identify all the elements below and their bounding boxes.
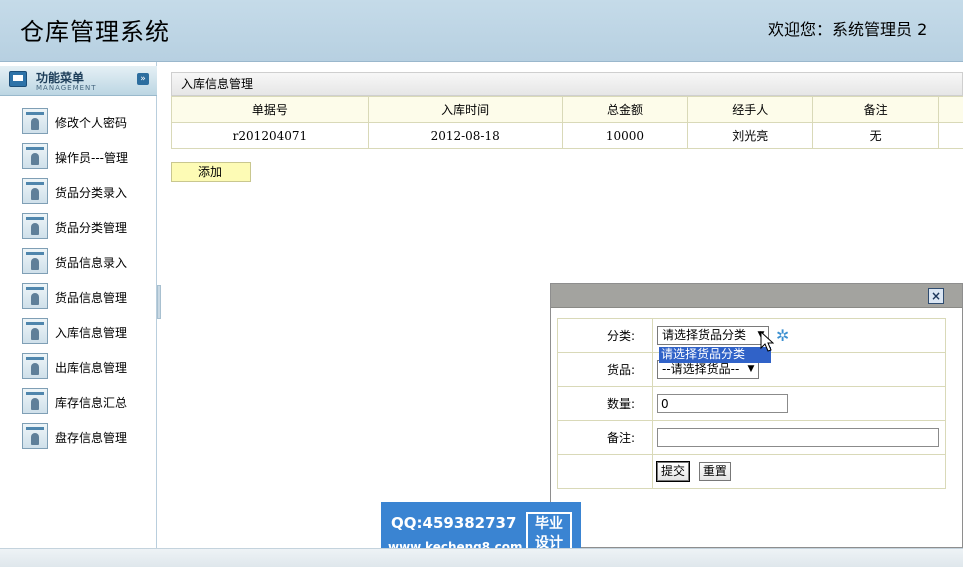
user-card-icon — [22, 143, 48, 169]
sidebar-item-label: 操作员---管理 — [55, 151, 128, 165]
quantity-label: 数量: — [557, 386, 653, 421]
monitor-icon — [9, 71, 27, 87]
sidebar-item-label: 盘存信息管理 — [55, 431, 128, 445]
menu-header: 功能菜单 MANAGEMENT » — [0, 66, 157, 96]
sidebar-item-label: 出库信息管理 — [55, 361, 128, 375]
inbound-form: 分类: 请选择货品分类 ▼ 货品: --请选择货品-- ▼ 数量: — [557, 318, 946, 489]
user-card-icon — [22, 423, 48, 449]
chevron-down-icon: ▼ — [747, 364, 755, 374]
sidebar-item-label: 货品信息录入 — [55, 256, 128, 270]
sidebar-item-inventory-manage[interactable]: 盘存信息管理 — [18, 423, 148, 451]
sidebar-item-goods-manage[interactable]: 货品信息管理 — [18, 283, 148, 311]
sidebar-item-operator-manage[interactable]: 操作员---管理 — [18, 143, 148, 171]
sidebar-item-label: 修改个人密码 — [55, 116, 128, 130]
sidebar-item-outbound-manage[interactable]: 出库信息管理 — [18, 353, 148, 381]
table-cell: 刘光亮 — [687, 122, 814, 149]
sidebar-item-label: 货品分类录入 — [55, 186, 128, 200]
category-label: 分类: — [557, 318, 653, 353]
sidebar-item-category-manage[interactable]: 货品分类管理 — [18, 213, 148, 241]
column-header-extra — [938, 96, 963, 123]
table-cell: 10000 — [561, 122, 689, 149]
column-header: 单据号 — [171, 96, 369, 123]
reset-button[interactable]: 重置 — [698, 462, 731, 481]
app-title: 仓库管理系统 — [20, 18, 170, 46]
sidebar: 功能菜单 MANAGEMENT » 修改个人密码 操作员---管理 货品分类录入… — [0, 62, 157, 548]
form-row-note: 备注: — [557, 420, 946, 455]
sidebar-item-change-password[interactable]: 修改个人密码 — [18, 108, 148, 136]
note-label: 备注: — [557, 420, 653, 455]
sidebar-item-label: 入库信息管理 — [55, 326, 128, 340]
table-cell-extra — [938, 122, 963, 149]
quantity-input[interactable] — [657, 394, 788, 413]
goods-label: 货品: — [557, 352, 653, 387]
close-icon[interactable]: × — [928, 288, 944, 304]
sidebar-item-label: 货品分类管理 — [55, 221, 128, 235]
sidebar-item-label: 库存信息汇总 — [55, 396, 128, 410]
category-dropdown-option[interactable]: 请选择货品分类 — [659, 347, 771, 363]
add-button[interactable]: 添加 — [171, 162, 251, 182]
sidebar-item-goods-entry[interactable]: 货品信息录入 — [18, 248, 148, 276]
goods-select-value: --请选择货品-- — [662, 362, 740, 376]
sidebar-resize-handle[interactable] — [157, 285, 161, 319]
panel-title: 入库信息管理 — [171, 72, 963, 96]
add-inbound-dialog: × 分类: 请选择货品分类 ▼ 货品: --请选择货品-- ▼ 数量: — [550, 283, 963, 548]
main-content: 入库信息管理 单据号 入库时间 总金额 经手人 备注 r201204071 20… — [171, 72, 963, 149]
user-card-icon — [22, 353, 48, 379]
category-select[interactable]: 请选择货品分类 ▼ — [657, 326, 769, 345]
submit-button[interactable]: 提交 — [655, 461, 691, 482]
loading-spinner-icon: ✲ — [776, 326, 790, 345]
sidebar-item-stock-summary[interactable]: 库存信息汇总 — [18, 388, 148, 416]
table-header-row: 单据号 入库时间 总金额 经手人 备注 — [171, 96, 963, 123]
actions-label-cell — [557, 454, 653, 489]
user-card-icon — [22, 318, 48, 344]
form-row-actions: 提交 重置 — [557, 454, 946, 489]
column-header: 总金额 — [561, 96, 689, 123]
welcome-text: 欢迎您：系统管理员 2 — [768, 20, 928, 39]
category-select-value: 请选择货品分类 — [662, 328, 747, 342]
user-card-icon — [22, 248, 48, 274]
note-input[interactable] — [657, 428, 939, 447]
watermark-badge-line1: 毕业 — [535, 516, 563, 532]
table-cell: r201204071 — [171, 122, 369, 149]
sidebar-item-inbound-manage[interactable]: 入库信息管理 — [18, 318, 148, 346]
column-header: 备注 — [812, 96, 940, 123]
table-row[interactable]: r201204071 2012-08-18 10000 刘光亮 无 — [171, 122, 963, 149]
form-row-quantity: 数量: — [557, 386, 946, 421]
column-header: 经手人 — [687, 96, 814, 123]
table-cell: 无 — [812, 122, 940, 149]
user-card-icon — [22, 213, 48, 239]
watermark-qq: QQ:459382737 — [391, 514, 517, 532]
mouse-cursor-icon — [760, 331, 774, 352]
menu-subtitle: MANAGEMENT — [36, 84, 97, 92]
inbound-table: 单据号 入库时间 总金额 经手人 备注 r201204071 2012-08-1… — [171, 96, 963, 149]
sidebar-item-category-entry[interactable]: 货品分类录入 — [18, 178, 148, 206]
user-card-icon — [22, 388, 48, 414]
user-card-icon — [22, 108, 48, 134]
user-card-icon — [22, 283, 48, 309]
dialog-titlebar[interactable] — [551, 284, 962, 308]
app-header: 仓库管理系统 欢迎您：系统管理员 2 — [0, 0, 963, 62]
table-cell: 2012-08-18 — [367, 122, 563, 149]
footer-bar — [0, 548, 963, 567]
user-card-icon — [22, 178, 48, 204]
collapse-toggle-icon[interactable]: » — [137, 73, 149, 85]
sidebar-item-label: 货品信息管理 — [55, 291, 128, 305]
column-header: 入库时间 — [367, 96, 563, 123]
